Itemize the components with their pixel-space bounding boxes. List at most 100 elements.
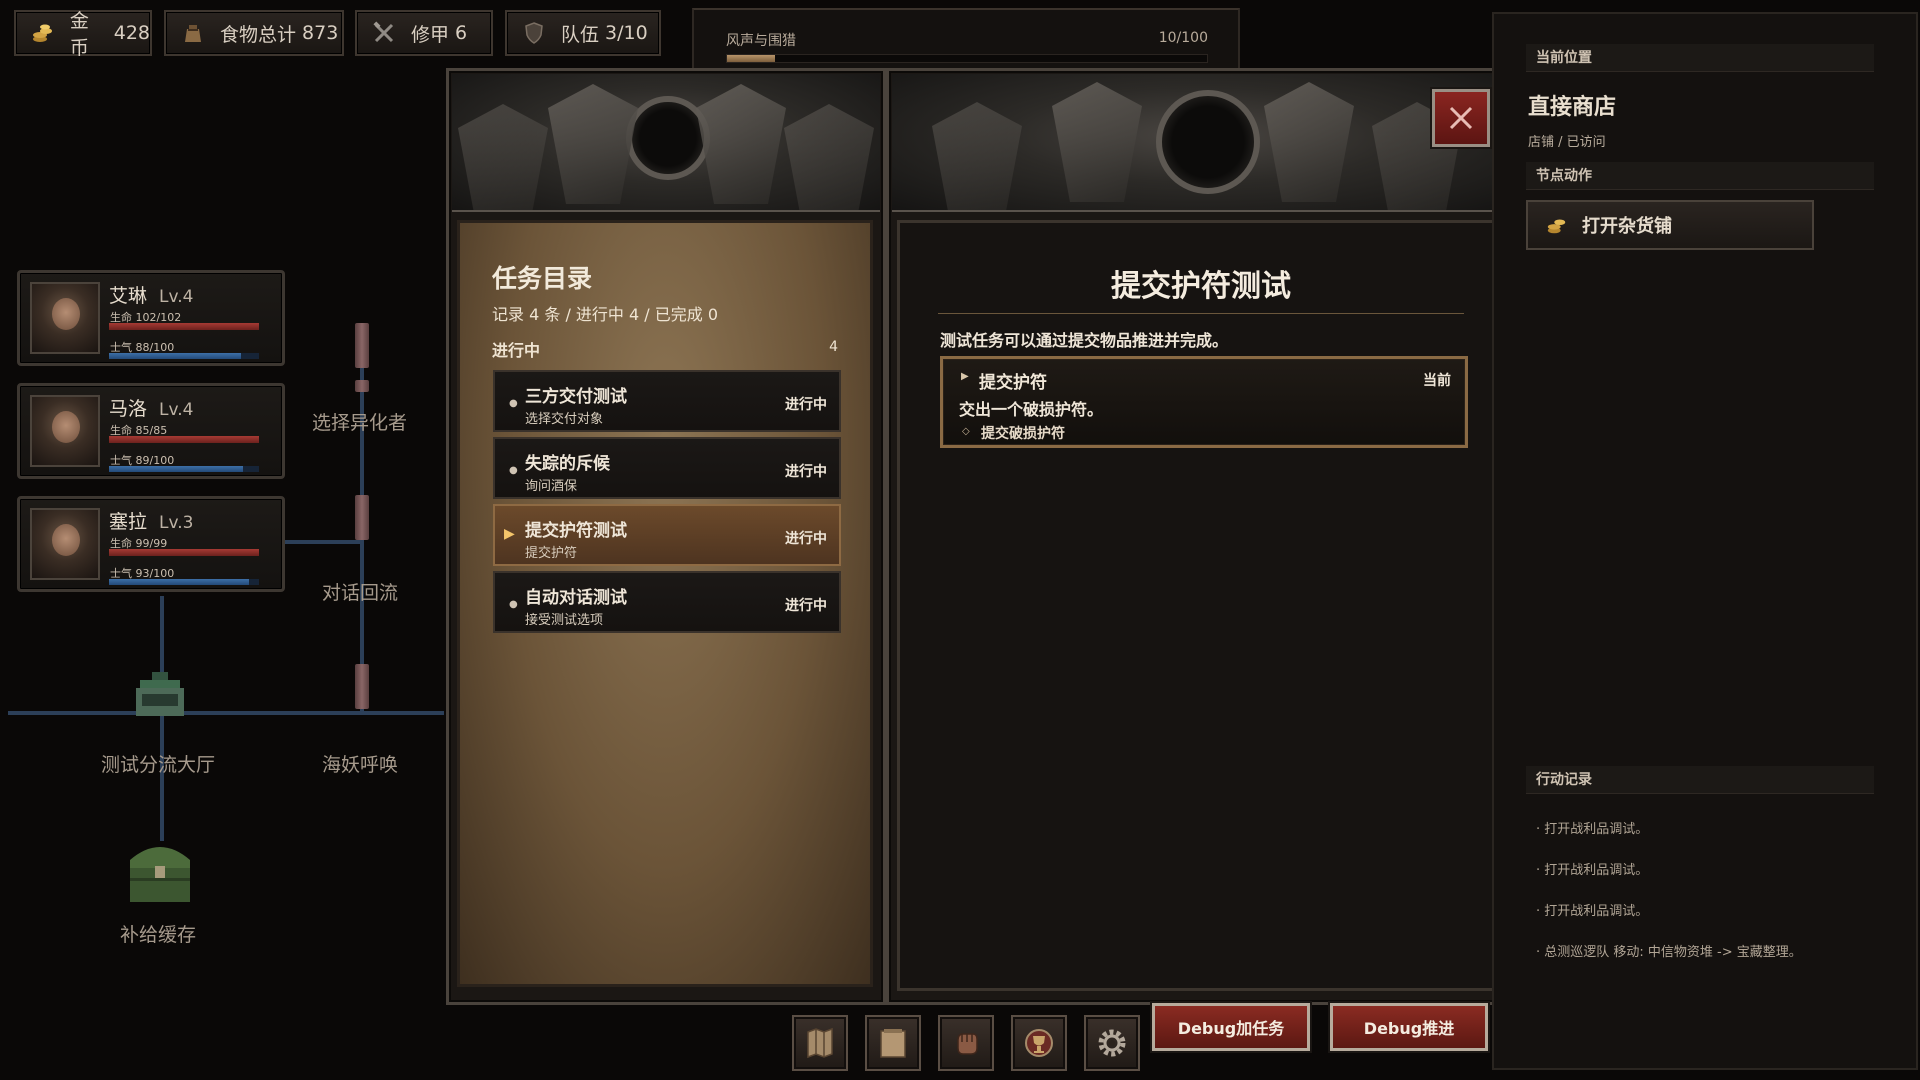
open-shop-button[interactable]: 打开杂货铺 <box>1526 200 1814 250</box>
resource-repair: 修甲 6 <box>355 10 493 56</box>
food-sack-icon <box>180 20 206 46</box>
ornament-figure <box>548 84 638 204</box>
open-shop-label: 打开杂货铺 <box>1582 216 1672 237</box>
log-entry: · 总测巡逻队 移动: 中信物资堆 -> 宝藏整理。 <box>1536 945 1802 960</box>
member-level: Lv.3 <box>159 513 194 533</box>
quest-detail-title: 提交护符测试 <box>1111 269 1291 304</box>
section-header-actions: 节点动作 <box>1526 162 1874 190</box>
wind-title: 风声与围猎 <box>726 33 796 49</box>
quest-name: 自动对话测试 <box>525 588 627 608</box>
coin-pile-icon <box>30 20 56 46</box>
resource-party: 队伍 3/10 <box>505 10 661 56</box>
member-hp-fill <box>109 436 259 443</box>
location-sidebar: 当前位置 直接商店 店铺 / 已访问 节点动作 打开杂货铺 行动记录 · 打开战… <box>1492 12 1918 1070</box>
map-node-label[interactable]: 补给缓存 <box>120 920 196 947</box>
log-entry: · 打开战利品调试。 <box>1536 904 1649 919</box>
resource-label: 食物总计 <box>220 23 297 46</box>
quest-item[interactable]: ● 失踪的斥候 询问酒保 进行中 <box>493 437 841 499</box>
quest-item-selected[interactable]: ▶ 提交护符测试 提交护符 进行中 <box>493 504 841 566</box>
quest-item[interactable]: ● 三方交付测试 选择交付对象 进行中 <box>493 370 841 432</box>
quest-group-count: 4 <box>829 339 838 355</box>
settings-button[interactable] <box>1084 1015 1140 1071</box>
trophy-button[interactable] <box>1011 1015 1067 1071</box>
member-morale-fill <box>109 353 241 359</box>
supply-chest-icon[interactable] <box>122 830 198 906</box>
member-name: 艾琳 <box>109 285 148 307</box>
map-node-label[interactable]: 海妖呼唤 <box>322 750 398 777</box>
ornament-figure <box>932 102 1022 210</box>
selected-arrow-icon: ▶ <box>504 526 515 542</box>
quest-status: 进行中 <box>785 598 827 614</box>
combat-button[interactable] <box>938 1015 994 1071</box>
close-icon <box>1449 106 1473 130</box>
quest-name: 失踪的斥候 <box>525 454 610 474</box>
map-node-label[interactable]: 对话回流 <box>322 578 398 605</box>
trophy-icon <box>1025 1029 1053 1057</box>
resource-value: 3/10 <box>605 22 648 44</box>
wind-progress-track <box>726 54 1208 63</box>
objective-description: 交出一个破损护符。 <box>959 400 1104 419</box>
map-marker-post <box>355 323 369 368</box>
quest-item[interactable]: ● 自动对话测试 接受测试选项 进行中 <box>493 571 841 633</box>
member-name-row: 马洛 Lv.4 <box>109 394 193 421</box>
ornament-figure <box>1052 82 1142 202</box>
quest-name: 提交护符测试 <box>525 521 627 541</box>
journal-button[interactable] <box>865 1015 921 1071</box>
section-header-location: 当前位置 <box>1526 44 1874 72</box>
resource-label: 金币 <box>69 10 89 59</box>
party-member-card[interactable]: 塞拉 Lv.3 生命 99/99 士气 93/100 <box>17 496 285 592</box>
member-hp-bar <box>109 436 259 443</box>
ornament-figure <box>458 104 548 210</box>
member-hp-bar <box>109 323 259 330</box>
coin-pile-icon <box>1546 214 1568 236</box>
member-level: Lv.4 <box>159 400 194 420</box>
ornament-figure <box>1264 82 1354 202</box>
ornament-figure <box>784 104 874 210</box>
resource-value: 428 <box>113 22 150 44</box>
member-hp-bar <box>109 549 259 556</box>
ornament-ring <box>1156 90 1260 194</box>
debug-add-quest-button[interactable]: Debug加任务 <box>1152 1003 1310 1051</box>
journal-icon <box>880 1029 906 1058</box>
questlog-title: 任务目录 <box>492 264 593 293</box>
resource-food: 食物总计 873 <box>164 10 344 56</box>
quest-bullet-icon: ● <box>509 599 518 610</box>
quest-detail: 提交护符测试 测试任务可以通过提交物品推进并完成。 ▶ 提交护符 当前 交出一个… <box>897 220 1505 991</box>
gothic-header-art <box>452 74 880 212</box>
quest-status: 进行中 <box>785 464 827 480</box>
hall-building-icon[interactable] <box>132 670 188 722</box>
avatar <box>30 282 100 354</box>
party-member-card[interactable]: 艾琳 Lv.4 生命 102/102 士气 88/100 <box>17 270 285 366</box>
quest-group-header[interactable]: 进行中 <box>492 337 540 361</box>
gear-icon <box>1098 1029 1126 1057</box>
objective-arrow-icon: ▶ <box>961 371 969 382</box>
quest-bullet-icon: ● <box>509 398 518 409</box>
debug-advance-button[interactable]: Debug推进 <box>1330 1003 1488 1051</box>
section-header-log: 行动记录 <box>1526 766 1874 794</box>
member-morale-fill <box>109 579 249 585</box>
map-node-label[interactable]: 选择异化者 <box>312 408 407 435</box>
shield-icon <box>521 20 547 46</box>
member-hp-fill <box>109 323 259 330</box>
member-name-row: 艾琳 Lv.4 <box>109 281 193 308</box>
map-button[interactable] <box>792 1015 848 1071</box>
objective-step-diamond-icon: ◇ <box>962 426 970 437</box>
objective-name: 提交护符 <box>979 373 1047 393</box>
close-button[interactable] <box>1432 89 1490 147</box>
map-path <box>284 540 362 544</box>
quest-step: 接受测试选项 <box>525 613 604 628</box>
party-member-card[interactable]: 马洛 Lv.4 生命 85/85 士气 89/100 <box>17 383 285 479</box>
objective-step: 提交破损护符 <box>981 426 1065 442</box>
ornament-figure <box>696 84 786 204</box>
log-entry: · 打开战利品调试。 <box>1536 863 1649 878</box>
objective-current-badge: 当前 <box>1423 373 1451 389</box>
member-morale-fill <box>109 466 243 472</box>
wind-value: 10/100 <box>1158 30 1208 46</box>
questlog-list: 任务目录 记录 4 条 / 进行中 4 / 已完成 0 进行中 4 ● 三方交付… <box>457 220 873 987</box>
map-node-label[interactable]: 测试分流大厅 <box>101 750 215 777</box>
resource-value: 873 <box>302 22 339 44</box>
map-marker-post <box>355 380 369 392</box>
log-entry: · 打开战利品调试。 <box>1536 822 1649 837</box>
quest-objective-card: ▶ 提交护符 当前 交出一个破损护符。 ◇ 提交破损护符 <box>940 356 1468 448</box>
quest-name: 三方交付测试 <box>525 387 627 407</box>
